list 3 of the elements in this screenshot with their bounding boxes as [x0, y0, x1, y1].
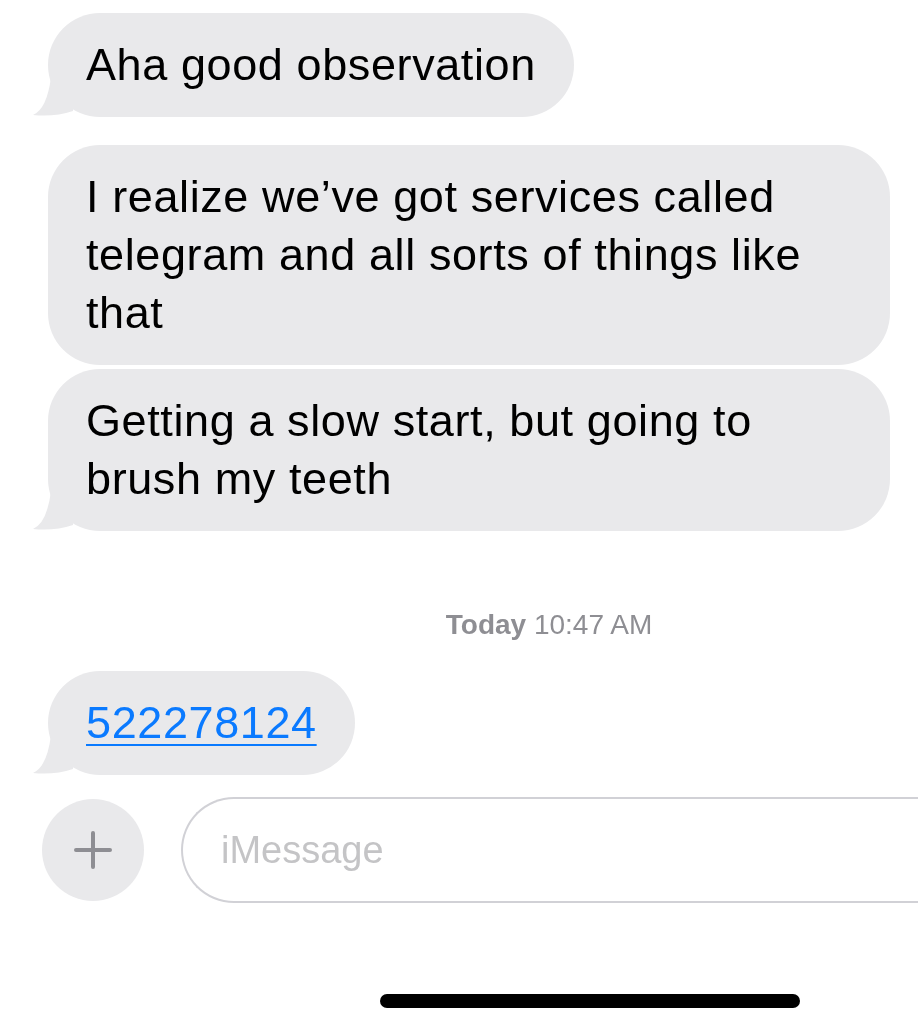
- message-field[interactable]: iMessage: [181, 797, 918, 903]
- plus-icon: [73, 830, 113, 870]
- timestamp: Today 10:47 AM: [445, 609, 653, 641]
